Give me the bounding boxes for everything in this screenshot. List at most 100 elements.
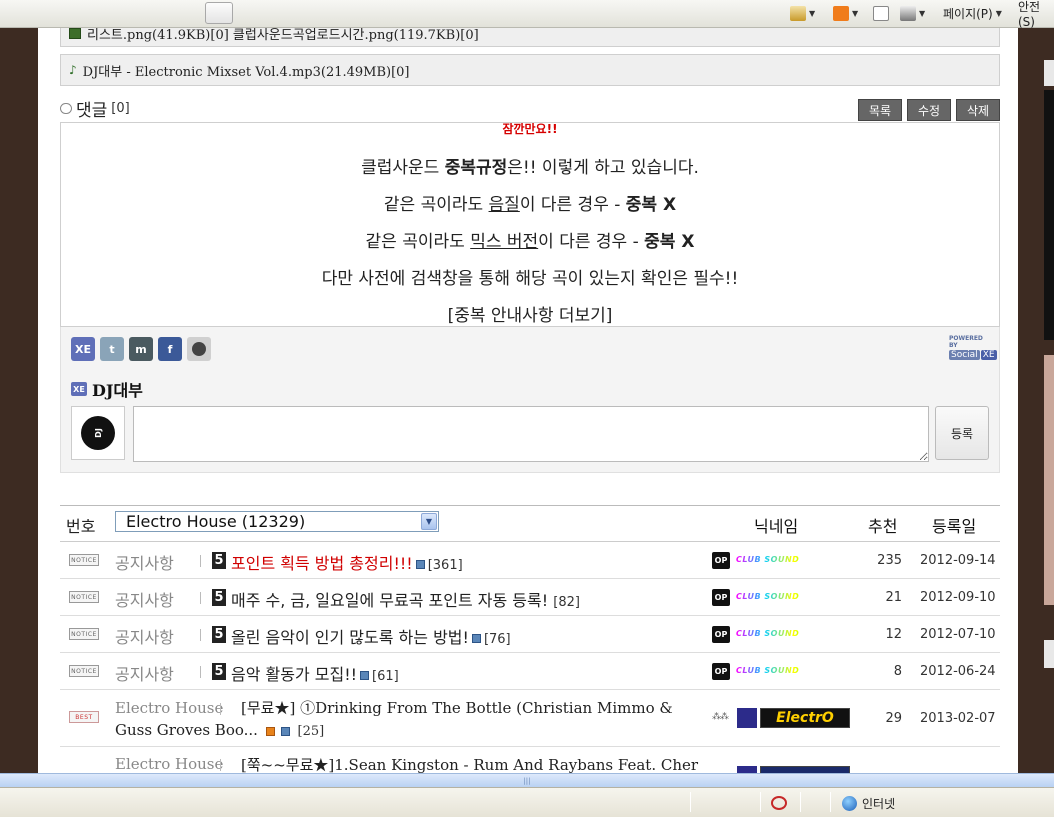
table-row[interactable]: NOTICE 공지사항 5 매주 수, 금, 일요일에 무료곡 포인트 자동 등… [60, 579, 1000, 616]
notice-badge: NOTICE [69, 554, 99, 566]
home-button[interactable]: ▼ [790, 3, 815, 23]
xe-share-icon[interactable]: XE [71, 337, 95, 361]
notice-text: 이 다른 경우 - [538, 232, 645, 252]
divider [200, 666, 201, 678]
side-banner[interactable] [1044, 90, 1054, 340]
row-title[interactable]: [무료★] ①Drinking From The Bottle (Christi… [115, 697, 685, 743]
safety-menu-label: 안전(S) [1018, 0, 1041, 29]
comment-count: [361] [427, 558, 463, 573]
rss-icon [833, 5, 849, 21]
divider [220, 759, 221, 771]
attachment-icon [360, 671, 370, 680]
row-title[interactable]: 매주 수, 금, 일요일에 무료곡 포인트 자동 등록! [82] [231, 587, 580, 611]
status-divider [690, 792, 691, 812]
music-file-icon: ♪ [69, 63, 77, 77]
table-row[interactable]: NOTICE 공지사항 5 올린 음악이 인기 많도록 하는 방법! [76] O… [60, 616, 1000, 653]
status-divider [760, 792, 761, 812]
chevron-down-icon[interactable]: ▼ [421, 513, 437, 530]
board-list-header: 번호 Electro House (12329) ▼ 닉네임 추천 등록일 [60, 505, 1000, 542]
comment-count: [25] [297, 724, 325, 739]
row-recommend: 8 [893, 664, 902, 679]
nickname-logo[interactable]: CLUB SOUND [736, 629, 822, 640]
scrollbar-grip-icon[interactable]: ||| [0, 775, 1054, 787]
nickname-logo[interactable]: CLUB SOUND [736, 666, 822, 677]
xe-account-icon: XE [71, 382, 87, 396]
row-category[interactable]: 공지사항 [115, 550, 174, 574]
attachment-mp3-label: DJ대부 - Electronic Mixset Vol.4.mp3(21.49… [82, 64, 410, 80]
row-date: 2012-09-14 [920, 553, 996, 568]
browser-window: ▼ ▼ ▼ 페이지(P) ▼ 안전(S) 리스트.png(41.9KB)[0] 클… [0, 0, 1054, 817]
table-row[interactable]: NOTICE 공지사항 5 음악 활동가 모집!! [61] OP CLUB SO… [60, 653, 1000, 690]
row-date: 2012-07-10 [920, 627, 996, 642]
twitter-icon[interactable]: t [100, 337, 124, 361]
submit-comment-button[interactable]: 등록 [935, 406, 989, 460]
page-menu[interactable]: 페이지(P) ▼ [943, 3, 1002, 23]
comment-user: XE DJ대부 [71, 377, 143, 401]
security-zone-label: 인터넷 [862, 797, 896, 811]
edit-button[interactable]: 수정 [907, 99, 951, 121]
list-button[interactable]: 목록 [858, 99, 902, 121]
home-icon [790, 5, 806, 21]
status-divider [830, 792, 831, 812]
row-title[interactable]: [쭉~~무료★]1.Sean Kingston - Rum And Rayban… [241, 754, 711, 773]
comment-title: 댓글 [76, 101, 108, 121]
delete-button[interactable]: 삭제 [956, 99, 1000, 121]
column-recommend: 추천 [868, 517, 898, 536]
facebook-icon[interactable]: f [158, 337, 182, 361]
notice-text: 은!! 이렇게 하고 있습니다. [507, 158, 699, 178]
comment-input[interactable] [133, 406, 929, 462]
row-category[interactable]: 공지사항 [115, 587, 174, 611]
me2day-icon[interactable]: m [129, 337, 153, 361]
globe-icon [842, 796, 857, 811]
category-select[interactable]: Electro House (12329) ▼ [115, 511, 439, 532]
row-recommend: 12 [885, 627, 902, 642]
attachment-images[interactable]: 리스트.png(41.9KB)[0] 클럽사운드곡업로드시간.png(119.7… [60, 28, 1000, 47]
level-badge: 5 [212, 552, 226, 569]
safety-menu[interactable]: 안전(S) [1018, 0, 1054, 29]
table-row[interactable]: BEST Electro House [무료★] ①Drinking From … [60, 690, 1000, 747]
row-recommend: 235 [877, 553, 902, 568]
horizontal-scrollbar[interactable]: ||| [0, 773, 1054, 787]
printer-icon [900, 5, 916, 21]
nickname-logo[interactable]: ElectrO [760, 708, 850, 728]
notice-more-link[interactable]: [중복 안내사항 더보기] [61, 301, 999, 326]
security-zone[interactable]: 인터넷 [842, 795, 895, 812]
yozm-icon[interactable] [187, 337, 211, 361]
privacy-icon[interactable] [771, 796, 787, 810]
comment-count: [76] [483, 632, 511, 647]
row-title[interactable]: 올린 음악이 인기 많도록 하는 방법! [76] [231, 624, 511, 648]
nickname-logo[interactable] [760, 766, 850, 773]
print-button[interactable]: ▼ [900, 3, 925, 23]
powered-by-social-xe: POWERED BY Social XE [949, 335, 997, 360]
row-category[interactable]: 공지사항 [115, 624, 174, 648]
row-category[interactable]: Electro House [115, 755, 223, 773]
notice-bold-text: 중복 X [625, 195, 677, 215]
table-row[interactable]: Electro House [쭉~~무료★]1.Sean Kingston - … [60, 747, 1000, 773]
browser-toolbar: ▼ ▼ ▼ 페이지(P) ▼ 안전(S) [0, 0, 1054, 29]
new-tab-button[interactable] [205, 2, 233, 24]
nickname-logo[interactable]: CLUB SOUND [736, 555, 822, 566]
page-background-left [0, 28, 38, 773]
op-badge: OP [712, 626, 730, 643]
side-banner[interactable] [1044, 355, 1054, 605]
comment-count: [0] [111, 101, 130, 116]
row-date: 2012-06-24 [920, 664, 996, 679]
notice-text: 이 다른 경우 - [519, 195, 626, 215]
attachment-mp3[interactable]: ♪ DJ대부 - Electronic Mixset Vol.4.mp3(21.… [60, 54, 1000, 86]
notice-text: 같은 곡이라도 [365, 232, 471, 252]
notice-badge: NOTICE [69, 628, 99, 640]
table-row[interactable]: NOTICE 공지사항 5 포인트 획득 방법 총정리!!! [361] OP C… [60, 542, 1000, 579]
notice-text: 클럽사운드 [361, 158, 445, 178]
notice-badge: NOTICE [69, 665, 99, 677]
new-icon [265, 726, 275, 736]
side-banner[interactable] [1044, 640, 1054, 668]
side-banner[interactable] [1044, 60, 1054, 86]
row-category[interactable]: 공지사항 [115, 661, 174, 685]
mail-button[interactable] [873, 3, 889, 23]
chevron-down-icon: ▼ [995, 8, 1002, 18]
nickname-logo[interactable]: CLUB SOUND [736, 592, 822, 603]
row-title[interactable]: 포인트 획득 방법 총정리!!! [361] [231, 550, 463, 574]
attachment-icon [415, 560, 425, 569]
feeds-button[interactable]: ▼ [833, 3, 858, 23]
row-title[interactable]: 음악 활동가 모집!! [61] [231, 661, 399, 685]
